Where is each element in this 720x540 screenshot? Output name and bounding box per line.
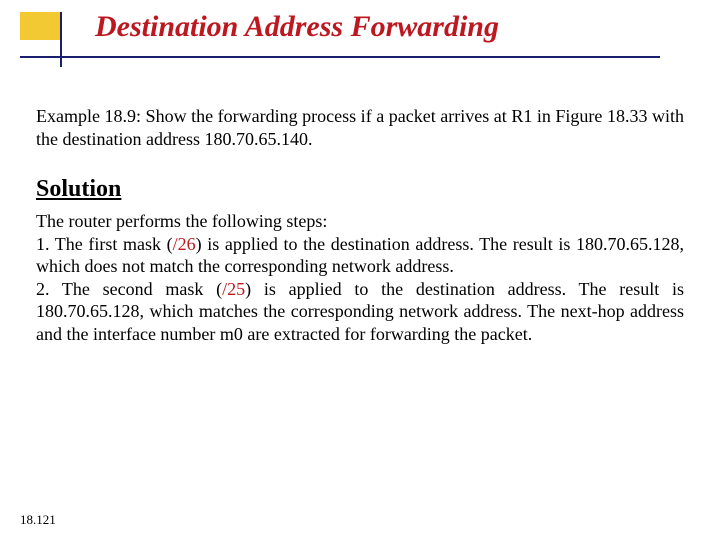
- step1-prefix: 1. The first mask (: [36, 234, 173, 254]
- title-accent-box: [20, 12, 60, 40]
- step2-prefix: 2. The second mask (: [36, 279, 222, 299]
- example-text: Example 18.9: Show the forwarding proces…: [36, 105, 684, 150]
- page-title: Destination Address Forwarding: [95, 10, 499, 44]
- page-number: 18.121: [20, 512, 56, 528]
- steps-intro: The router performs the following steps:: [36, 211, 327, 231]
- content-area: Example 18.9: Show the forwarding proces…: [36, 105, 684, 345]
- slide: Destination Address Forwarding Example 1…: [0, 0, 720, 540]
- solution-heading: Solution: [36, 174, 684, 204]
- mask-26: /26: [173, 234, 196, 254]
- title-vertical-line: [60, 12, 62, 67]
- title-decoration: [20, 12, 80, 67]
- mask-25: /25: [222, 279, 245, 299]
- title-underline: [20, 56, 660, 58]
- solution-steps: The router performs the following steps:…: [36, 210, 684, 345]
